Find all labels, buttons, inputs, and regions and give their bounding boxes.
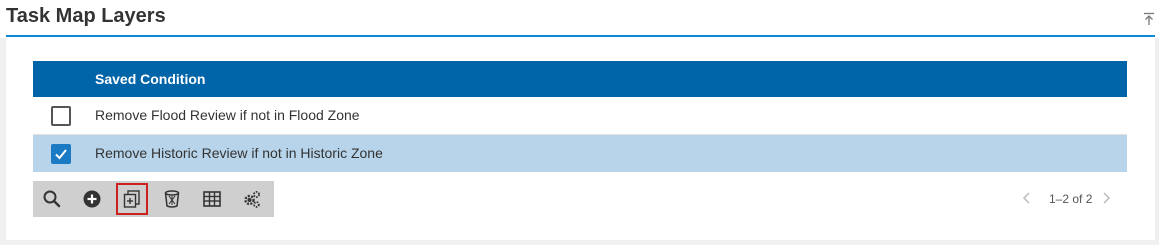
panel-content: Saved Condition Remove Flood Review if n… xyxy=(6,38,1155,240)
add-button[interactable] xyxy=(76,183,108,215)
copy-add-icon xyxy=(123,190,140,208)
gears-icon xyxy=(244,191,260,208)
copy-button[interactable] xyxy=(116,183,148,215)
table-row[interactable]: Remove Historic Review if not in Histori… xyxy=(33,135,1127,172)
header-underline xyxy=(6,35,1155,37)
search-icon xyxy=(43,190,61,208)
chevron-right-icon[interactable] xyxy=(1101,191,1111,208)
panel-title: Task Map Layers xyxy=(6,5,166,27)
row-checkbox[interactable] xyxy=(51,106,71,126)
grid-header: Saved Condition xyxy=(33,61,1127,97)
checkmark-icon xyxy=(55,149,67,160)
panel-header: Task Map Layers xyxy=(0,0,1159,38)
search-button[interactable] xyxy=(36,183,68,215)
conditions-grid: Saved Condition Remove Flood Review if n… xyxy=(33,61,1127,172)
trash-icon xyxy=(164,190,180,208)
row-label: Remove Flood Review if not in Flood Zone xyxy=(95,107,360,123)
add-circle-icon xyxy=(83,190,101,208)
row-checkbox[interactable] xyxy=(51,144,71,164)
table-row[interactable]: Remove Flood Review if not in Flood Zone xyxy=(33,97,1127,135)
delete-button[interactable] xyxy=(156,183,188,215)
chevron-left-icon[interactable] xyxy=(1022,191,1032,208)
row-label: Remove Historic Review if not in Histori… xyxy=(95,145,383,161)
table-icon xyxy=(203,191,221,207)
pager-status: 1–2 of 2 xyxy=(1049,192,1093,206)
grid-toolbar xyxy=(33,181,274,217)
collapse-top-icon[interactable] xyxy=(1143,12,1155,26)
settings-button[interactable] xyxy=(236,183,268,215)
table-view-button[interactable] xyxy=(196,183,228,215)
column-header-saved-condition[interactable]: Saved Condition xyxy=(95,71,205,87)
